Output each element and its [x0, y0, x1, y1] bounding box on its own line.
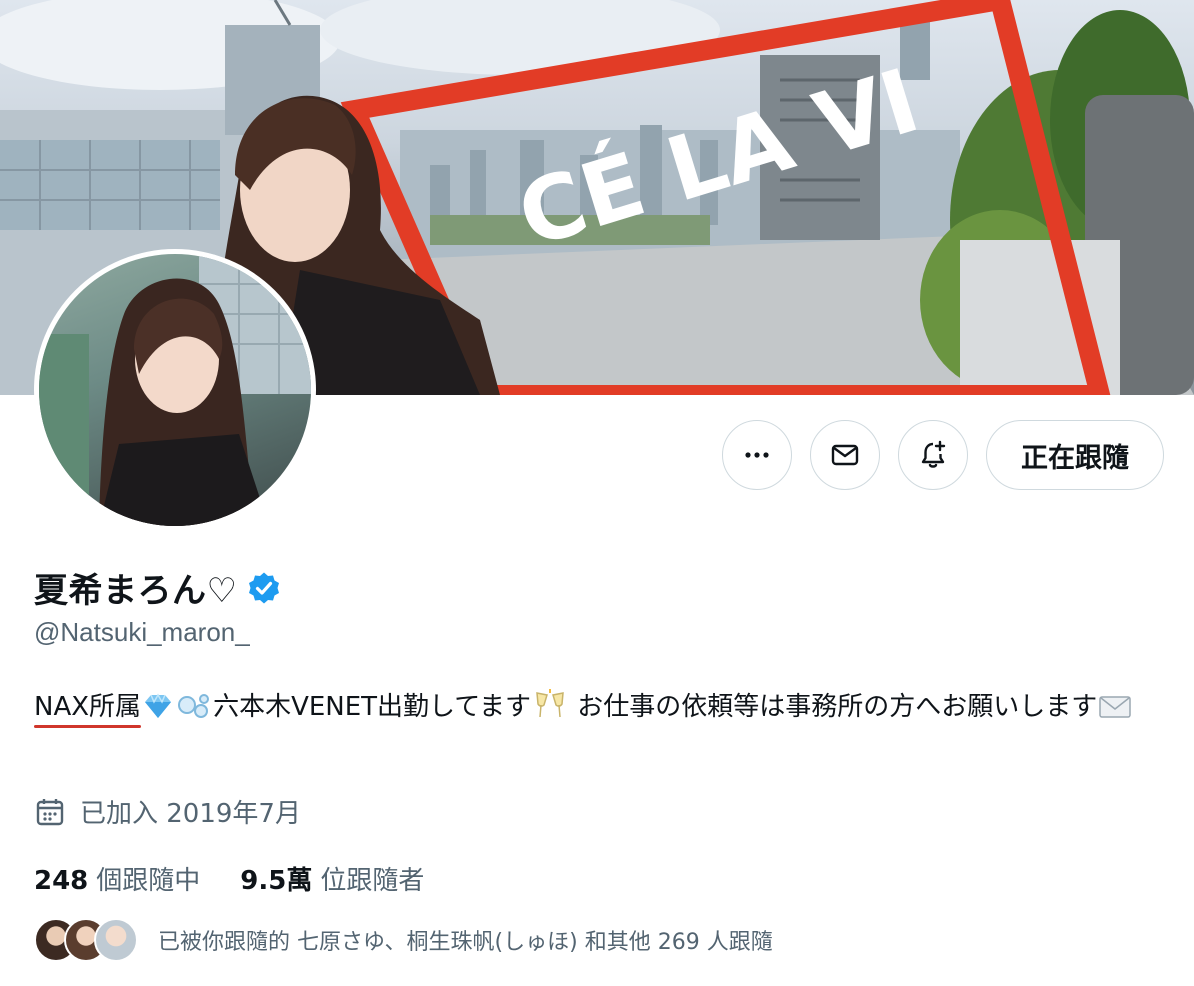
- verified-badge-icon[interactable]: [247, 571, 281, 605]
- followers-link[interactable]: 9.5萬 位跟隨者: [240, 860, 424, 897]
- join-date-text: 已加入 2019年7月: [80, 799, 301, 829]
- following-link[interactable]: 248 個跟隨中: [34, 860, 200, 897]
- follow-stats: 248 個跟隨中 9.5萬 位跟隨者: [34, 860, 424, 897]
- more-options-button[interactable]: [722, 420, 792, 490]
- calendar-icon: [36, 798, 64, 825]
- following-button[interactable]: 正在跟隨: [986, 420, 1164, 490]
- notifications-button[interactable]: [898, 420, 968, 490]
- followers-label: 位跟隨者: [320, 866, 425, 896]
- more-dots-icon: [745, 452, 769, 458]
- gem-icon: [145, 693, 172, 718]
- bio-request-text: お仕事の依頼等は事務所の方へお願いします: [568, 692, 1098, 722]
- mutual-avatars: [34, 918, 138, 962]
- profile-avatar[interactable]: [34, 249, 316, 531]
- bio-venue-text: 六本木VENET出勤してます: [213, 692, 531, 722]
- avatar-photo: [39, 254, 311, 526]
- join-date: 已加入 2019年7月: [34, 793, 301, 830]
- profile-bio: NAX所属 六本木VENET出勤してます お仕事の依頼等は事務所の方へお願いします: [34, 686, 1164, 729]
- followers-count: 9.5萬: [240, 866, 313, 896]
- display-name: 夏希まろん♡: [34, 571, 238, 611]
- clinking-glasses-icon: [536, 689, 564, 718]
- following-label: 個跟隨中: [96, 866, 201, 896]
- followers-you-know-text: 已被你跟隨的 七原さゆ、桐生珠帆(しゅほ) 和其他 269 人跟隨: [158, 930, 773, 955]
- profile-actions: 正在跟隨: [722, 420, 1164, 490]
- bubbles-icon: [178, 694, 210, 718]
- mutual-avatar: [94, 918, 138, 962]
- envelope-emoji-icon: [1099, 696, 1131, 718]
- envelope-icon: [831, 444, 859, 466]
- bio-agency-text: NAX所属: [34, 692, 142, 722]
- followers-you-know[interactable]: 已被你跟隨的 七原さゆ、桐生珠帆(しゅほ) 和其他 269 人跟隨: [34, 918, 773, 962]
- following-count: 248: [34, 866, 89, 896]
- bell-plus-icon: [921, 440, 946, 468]
- message-button[interactable]: [810, 420, 880, 490]
- user-handle: @Natsuki_maron_: [34, 617, 250, 647]
- profile-name-row: 夏希まろん♡: [34, 563, 281, 612]
